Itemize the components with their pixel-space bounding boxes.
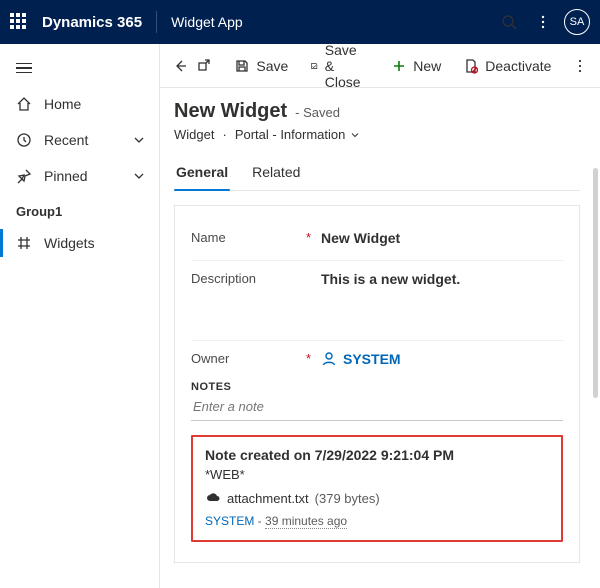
record-save-state: - Saved xyxy=(295,105,340,120)
more-vertical-icon xyxy=(572,58,588,74)
new-button[interactable]: New xyxy=(383,51,449,81)
notes-heading: NOTES xyxy=(191,381,563,393)
field-label: Owner xyxy=(191,351,229,366)
save-icon xyxy=(234,58,250,74)
required-indicator: * xyxy=(306,230,311,245)
tab-related[interactable]: Related xyxy=(250,156,302,190)
more-vertical-icon[interactable] xyxy=(526,5,560,39)
deactivate-label: Deactivate xyxy=(485,58,551,74)
note-source: *WEB* xyxy=(205,467,549,482)
form-panel: Name * New Widget Description This is a n… xyxy=(174,205,580,563)
form-name: Portal - Information xyxy=(235,127,346,142)
sidebar-item-widgets[interactable]: Widgets xyxy=(0,225,159,261)
field-value: This is a new widget. xyxy=(321,271,563,287)
separator-dot xyxy=(218,127,230,142)
sidebar-item-home[interactable]: Home xyxy=(0,86,159,122)
note-input[interactable] xyxy=(191,393,563,421)
save-button[interactable]: Save xyxy=(226,51,296,81)
pin-icon xyxy=(16,168,32,184)
chevron-down-icon xyxy=(349,129,361,141)
hamburger-icon xyxy=(16,63,32,74)
deactivate-icon xyxy=(463,58,479,74)
cloud-icon xyxy=(205,490,221,506)
field-label: Name xyxy=(191,230,226,245)
form-selector[interactable]: Portal - Information xyxy=(235,127,362,142)
global-header: Dynamics 365 Widget App SA xyxy=(0,0,600,44)
sidebar-item-label: Recent xyxy=(44,132,88,148)
save-label: Save xyxy=(256,58,288,74)
field-label: Description xyxy=(191,271,256,286)
field-owner[interactable]: Owner * SYSTEM xyxy=(191,341,563,371)
record-content: New Widget - Saved Widget Portal - Infor… xyxy=(160,88,600,588)
required-indicator: * xyxy=(306,351,311,366)
person-icon xyxy=(321,351,337,367)
attachment-size: (379 bytes) xyxy=(315,491,380,506)
command-bar: Save Save & Close New Deactivate xyxy=(160,44,600,88)
sidebar-item-label: Pinned xyxy=(44,168,88,184)
sidebar-item-pinned[interactable]: Pinned xyxy=(0,158,159,194)
tab-general[interactable]: General xyxy=(174,156,230,190)
brand-name: Dynamics 365 xyxy=(42,14,142,31)
note-meta: SYSTEM - 39 minutes ago xyxy=(205,514,549,528)
entity-name: Widget xyxy=(174,127,214,142)
back-button[interactable] xyxy=(172,51,189,81)
sidebar-item-label: Home xyxy=(44,96,81,112)
field-description[interactable]: Description This is a new widget. xyxy=(191,261,563,341)
attachment-name: attachment.txt xyxy=(227,491,309,506)
field-value: New Widget xyxy=(321,230,563,246)
popout-icon xyxy=(195,58,211,74)
note-attachment[interactable]: attachment.txt (379 bytes) xyxy=(205,490,549,506)
chevron-down-icon xyxy=(131,132,147,148)
new-label: New xyxy=(413,58,441,74)
note-title: Note created on 7/29/2022 9:21:04 PM xyxy=(205,447,549,463)
open-new-window-button[interactable] xyxy=(195,51,212,81)
avatar[interactable]: SA xyxy=(564,9,590,35)
plus-icon xyxy=(391,58,407,74)
owner-value: SYSTEM xyxy=(343,351,401,367)
search-icon[interactable] xyxy=(492,5,526,39)
save-close-icon xyxy=(310,58,318,74)
app-launcher-icon[interactable] xyxy=(10,13,28,31)
main-area: Save Save & Close New Deactivate New xyxy=(160,44,600,588)
sidebar-toggle[interactable] xyxy=(0,50,159,86)
deactivate-button[interactable]: Deactivate xyxy=(455,51,559,81)
field-name[interactable]: Name * New Widget xyxy=(191,220,563,261)
app-name: Widget App xyxy=(171,14,243,30)
chevron-down-icon xyxy=(131,168,147,184)
record-title: New Widget xyxy=(174,100,287,123)
note-card-highlight: Note created on 7/29/2022 9:21:04 PM *WE… xyxy=(191,435,563,542)
sidebar-item-recent[interactable]: Recent xyxy=(0,122,159,158)
command-overflow-button[interactable] xyxy=(571,51,588,81)
brand-divider xyxy=(156,11,157,33)
widgets-icon xyxy=(16,235,32,251)
scrollbar[interactable] xyxy=(593,168,598,398)
tab-strip: General Related xyxy=(174,156,580,191)
note-age: 39 minutes ago xyxy=(265,514,347,529)
save-close-label: Save & Close xyxy=(325,42,370,90)
sidebar: Home Recent Pinned Group1 Widgets xyxy=(0,44,160,588)
home-icon xyxy=(16,96,32,112)
sidebar-group-label: Group1 xyxy=(0,194,159,225)
clock-icon xyxy=(16,132,32,148)
arrow-left-icon xyxy=(172,58,188,74)
note-author-link[interactable]: SYSTEM xyxy=(205,514,254,528)
sidebar-item-label: Widgets xyxy=(44,235,95,251)
save-close-button[interactable]: Save & Close xyxy=(302,51,377,81)
